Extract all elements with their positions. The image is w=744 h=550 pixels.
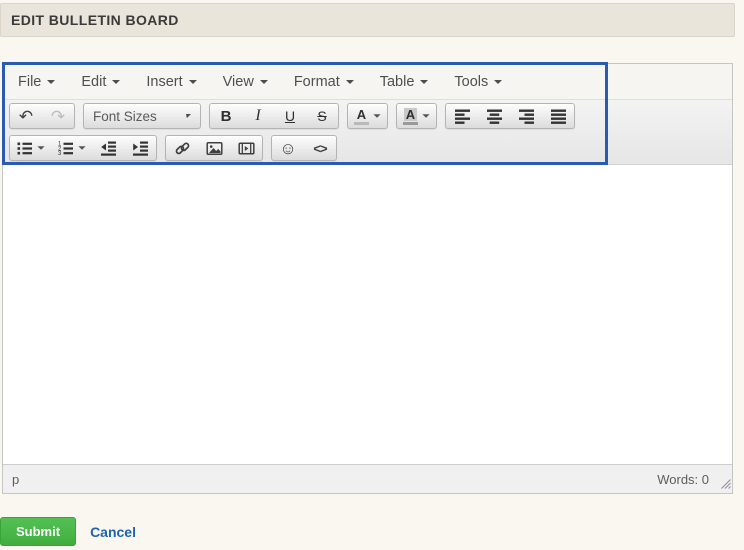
align-right-icon: [518, 109, 534, 124]
background-color-group: A: [396, 103, 437, 129]
insert-link-button[interactable]: [166, 136, 198, 160]
cancel-link[interactable]: Cancel: [90, 524, 136, 540]
redo-icon: ↷: [50, 106, 66, 126]
emoticons-button[interactable]: ☺: [272, 136, 304, 160]
numbered-list-icon: 1 2 3: [58, 141, 73, 157]
undo-redo-group: ↶ ↷: [9, 103, 75, 129]
media-icon: [237, 141, 255, 155]
align-right-button[interactable]: [510, 104, 542, 128]
numbered-list-button[interactable]: 1 2 3: [51, 136, 92, 160]
editor-toolbar: ↶ ↷ Font Sizes B I U S A A 1 2 3 ☺ <>: [3, 100, 732, 165]
menu-item-file[interactable]: File: [5, 64, 68, 99]
menu-item-tools[interactable]: Tools: [441, 64, 515, 99]
align-center-icon: [486, 109, 502, 124]
chevron-down-icon[interactable]: [37, 146, 45, 150]
alignment-group: [445, 103, 575, 129]
underline-icon: U: [284, 108, 296, 124]
menu-label: Table: [379, 73, 415, 90]
menu-label: Format: [293, 73, 340, 90]
text-style-group: B I U S: [209, 103, 339, 129]
text-color-button[interactable]: A: [348, 104, 387, 128]
toolbar-row-2: 1 2 3 ☺ <>: [3, 132, 732, 164]
menu-item-insert[interactable]: Insert: [133, 64, 209, 99]
align-left-icon: [454, 109, 470, 124]
chevron-down-icon: [420, 79, 429, 84]
image-icon: [205, 141, 223, 155]
undo-button[interactable]: ↶: [10, 104, 42, 128]
insert-image-button[interactable]: [198, 136, 230, 160]
insert-media-group: [165, 135, 263, 161]
bold-button[interactable]: B: [210, 104, 242, 128]
italic-icon: I: [255, 107, 261, 124]
source-code-button[interactable]: <>: [304, 136, 336, 160]
chevron-down-icon[interactable]: [422, 114, 430, 118]
extras-group: ☺ <>: [271, 135, 337, 161]
chevron-down-icon[interactable]: [78, 146, 86, 150]
chevron-down-icon: [188, 79, 197, 84]
chevron-down-icon[interactable]: [373, 114, 381, 118]
strikethrough-icon: S: [317, 108, 327, 124]
outdent-button[interactable]: [92, 136, 124, 160]
menu-label: File: [18, 73, 42, 90]
chevron-down-icon: [494, 79, 503, 84]
chevron-down-icon: [47, 79, 56, 84]
align-left-button[interactable]: [446, 104, 478, 128]
chevron-down-icon: [345, 79, 354, 84]
submit-button[interactable]: Submit: [0, 517, 77, 546]
redo-button[interactable]: ↷: [42, 104, 74, 128]
indent-icon: [132, 141, 148, 156]
menu-item-table[interactable]: Table: [367, 64, 442, 99]
menu-item-edit[interactable]: Edit: [68, 64, 133, 99]
editor-menubar: File Edit Insert View Format Table Tools: [3, 64, 732, 100]
list-indent-group: 1 2 3: [9, 135, 157, 161]
emoticon-icon: ☺: [279, 138, 297, 158]
editor-statusbar: p Words: 0: [3, 464, 732, 493]
menu-item-format[interactable]: Format: [281, 64, 367, 99]
menu-item-view[interactable]: View: [210, 64, 281, 99]
rich-text-editor: File Edit Insert View Format Table Tools: [2, 63, 733, 494]
form-actions: Submit Cancel: [0, 517, 136, 546]
font-sizes-select[interactable]: Font Sizes: [83, 103, 201, 129]
chevron-down-icon: [259, 79, 268, 84]
align-center-button[interactable]: [478, 104, 510, 128]
strikethrough-button[interactable]: S: [306, 104, 338, 128]
bullet-list-button[interactable]: [10, 136, 51, 160]
code-icon: <>: [313, 140, 327, 156]
italic-button[interactable]: I: [242, 104, 274, 128]
menu-label: Insert: [146, 73, 183, 90]
align-justify-button[interactable]: [542, 104, 574, 128]
page-header: EDIT BULLETIN BOARD: [0, 3, 735, 37]
resize-grip-icon[interactable]: [720, 477, 731, 492]
word-count: Words: 0: [657, 471, 709, 487]
menu-label: Tools: [454, 73, 489, 90]
page-title: EDIT BULLETIN BOARD: [11, 12, 179, 28]
editor-content[interactable]: [3, 165, 732, 464]
text-color-group: A: [347, 103, 388, 129]
underline-button[interactable]: U: [274, 104, 306, 128]
insert-media-button[interactable]: [230, 136, 262, 160]
menu-label: View: [222, 73, 254, 90]
bullet-list-icon: [17, 142, 32, 154]
chevron-down-icon: [186, 114, 191, 118]
menu-label: Edit: [81, 73, 107, 90]
element-path[interactable]: p: [12, 472, 19, 487]
indent-button[interactable]: [124, 136, 156, 160]
text-color-icon: A: [354, 108, 369, 125]
background-color-icon: A: [403, 107, 418, 125]
toolbar-row-1: ↶ ↷ Font Sizes B I U S A A: [3, 100, 732, 132]
align-justify-icon: [550, 109, 566, 124]
svg-text:3: 3: [58, 151, 62, 157]
undo-icon: ↶: [18, 106, 34, 126]
background-color-button[interactable]: A: [397, 104, 436, 128]
font-sizes-label: Font Sizes: [93, 108, 157, 124]
outdent-icon: [100, 141, 116, 156]
bold-icon: B: [220, 107, 232, 125]
link-icon: [175, 142, 189, 154]
chevron-down-icon: [112, 79, 121, 84]
